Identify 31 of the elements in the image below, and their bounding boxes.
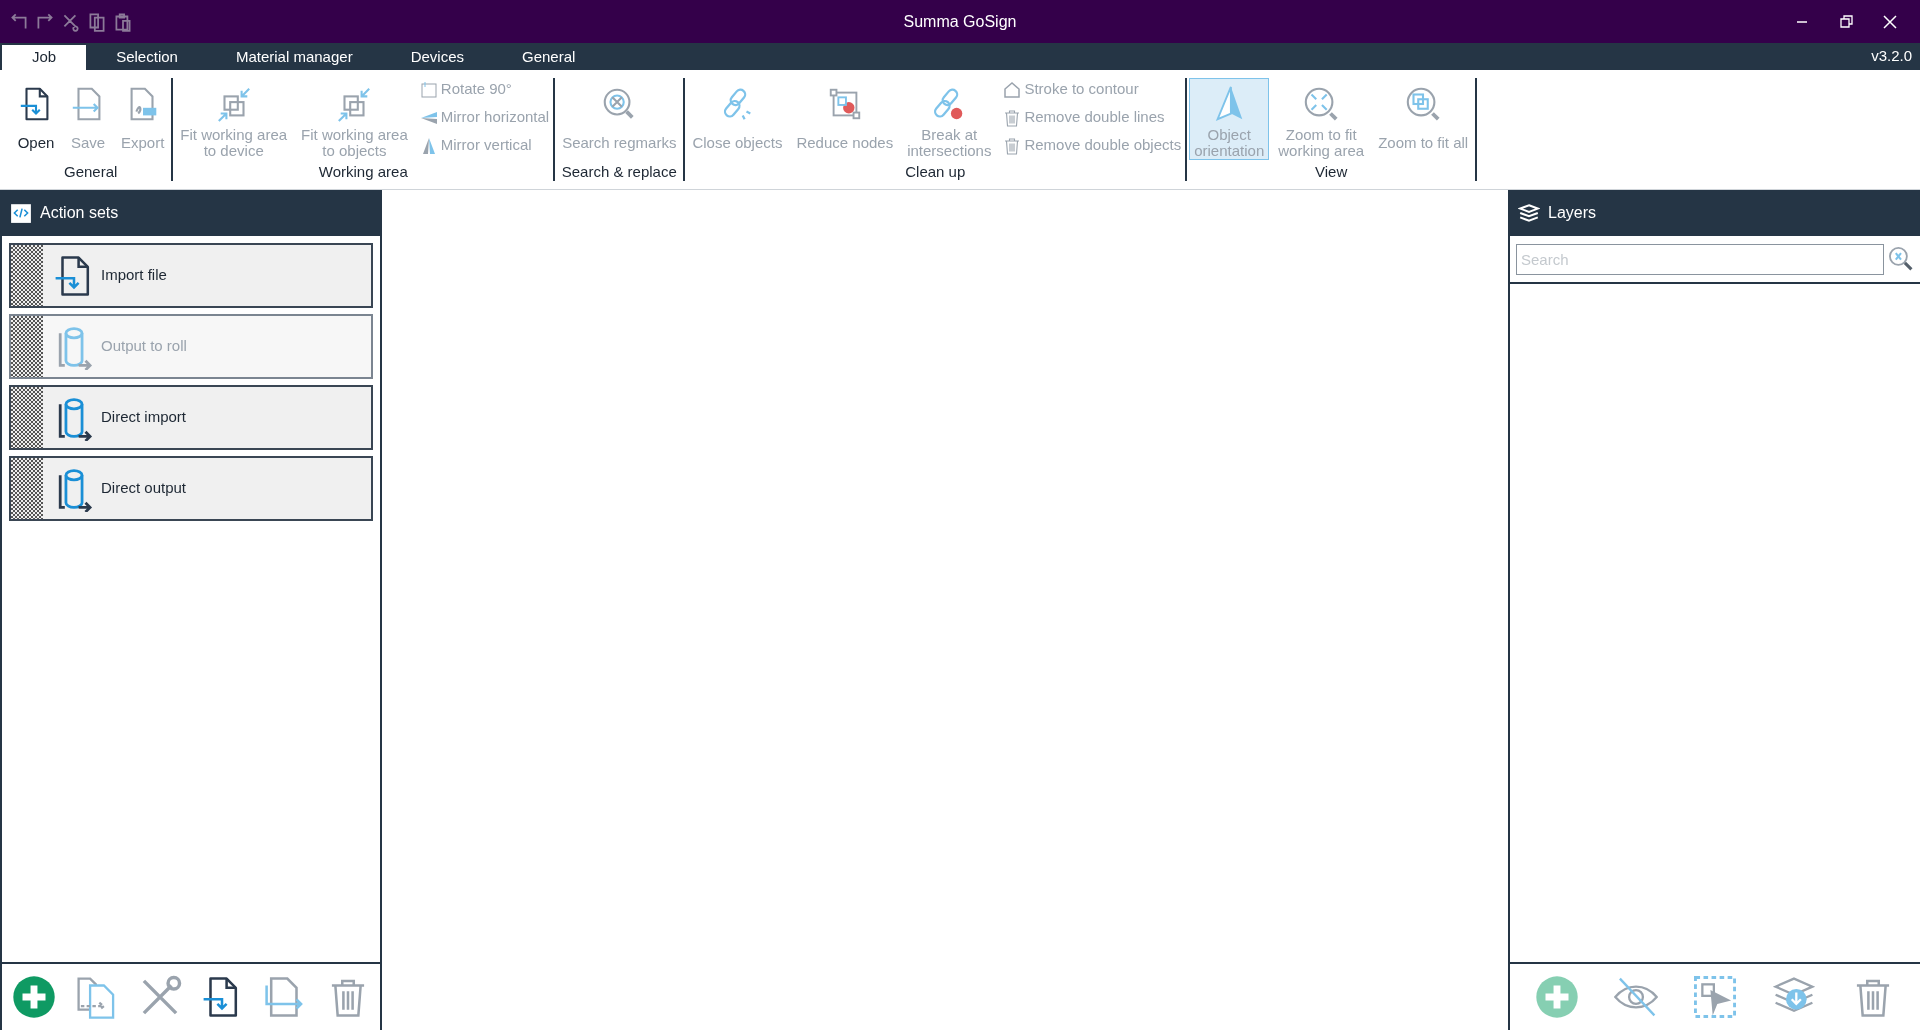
layers-icon <box>1518 202 1540 224</box>
panel-title: Layers <box>1548 203 1597 223</box>
search-clear-icon[interactable] <box>1888 246 1914 272</box>
menu-tab[interactable]: Job <box>2 45 87 70</box>
menu-tab[interactable]: Selection <box>88 45 206 70</box>
window-title: Summa GoSign <box>902 11 1018 32</box>
ribbon-group-label: View <box>1314 163 1349 181</box>
action-set-label: Import file <box>101 265 167 286</box>
action-set-item[interactable]: Import file <box>9 243 373 308</box>
add-button[interactable] <box>10 973 58 1021</box>
panel-title: Action sets <box>40 203 119 223</box>
ribbon-button[interactable]: Open <box>12 78 60 160</box>
code-icon <box>10 202 32 224</box>
ribbon-group-label: General <box>63 163 119 181</box>
ribbon-group-label: Clean up <box>904 163 967 181</box>
ribbon-group-label: Search & replace <box>560 163 678 181</box>
action-set-label: Direct output <box>101 478 187 499</box>
menu-tab[interactable]: Material manager <box>207 45 381 70</box>
action-set-item[interactable]: Direct output <box>9 456 373 521</box>
search-field[interactable]: Search <box>1516 243 1884 275</box>
house-outline-icon <box>1002 79 1023 100</box>
action-set-label: Output to roll <box>101 336 187 357</box>
menu-tab[interactable]: Devices <box>382 45 492 70</box>
version-label: v3.2.0 <box>1871 46 1913 67</box>
menu-tab[interactable]: General <box>494 45 604 70</box>
ribbon-group-label: Working area <box>317 163 409 181</box>
action-set-item[interactable]: Direct import <box>9 385 373 450</box>
drag-handle[interactable] <box>11 387 43 448</box>
drag-handle[interactable] <box>11 245 43 306</box>
action-set-label: Direct import <box>101 407 186 428</box>
drag-handle[interactable] <box>11 458 43 519</box>
